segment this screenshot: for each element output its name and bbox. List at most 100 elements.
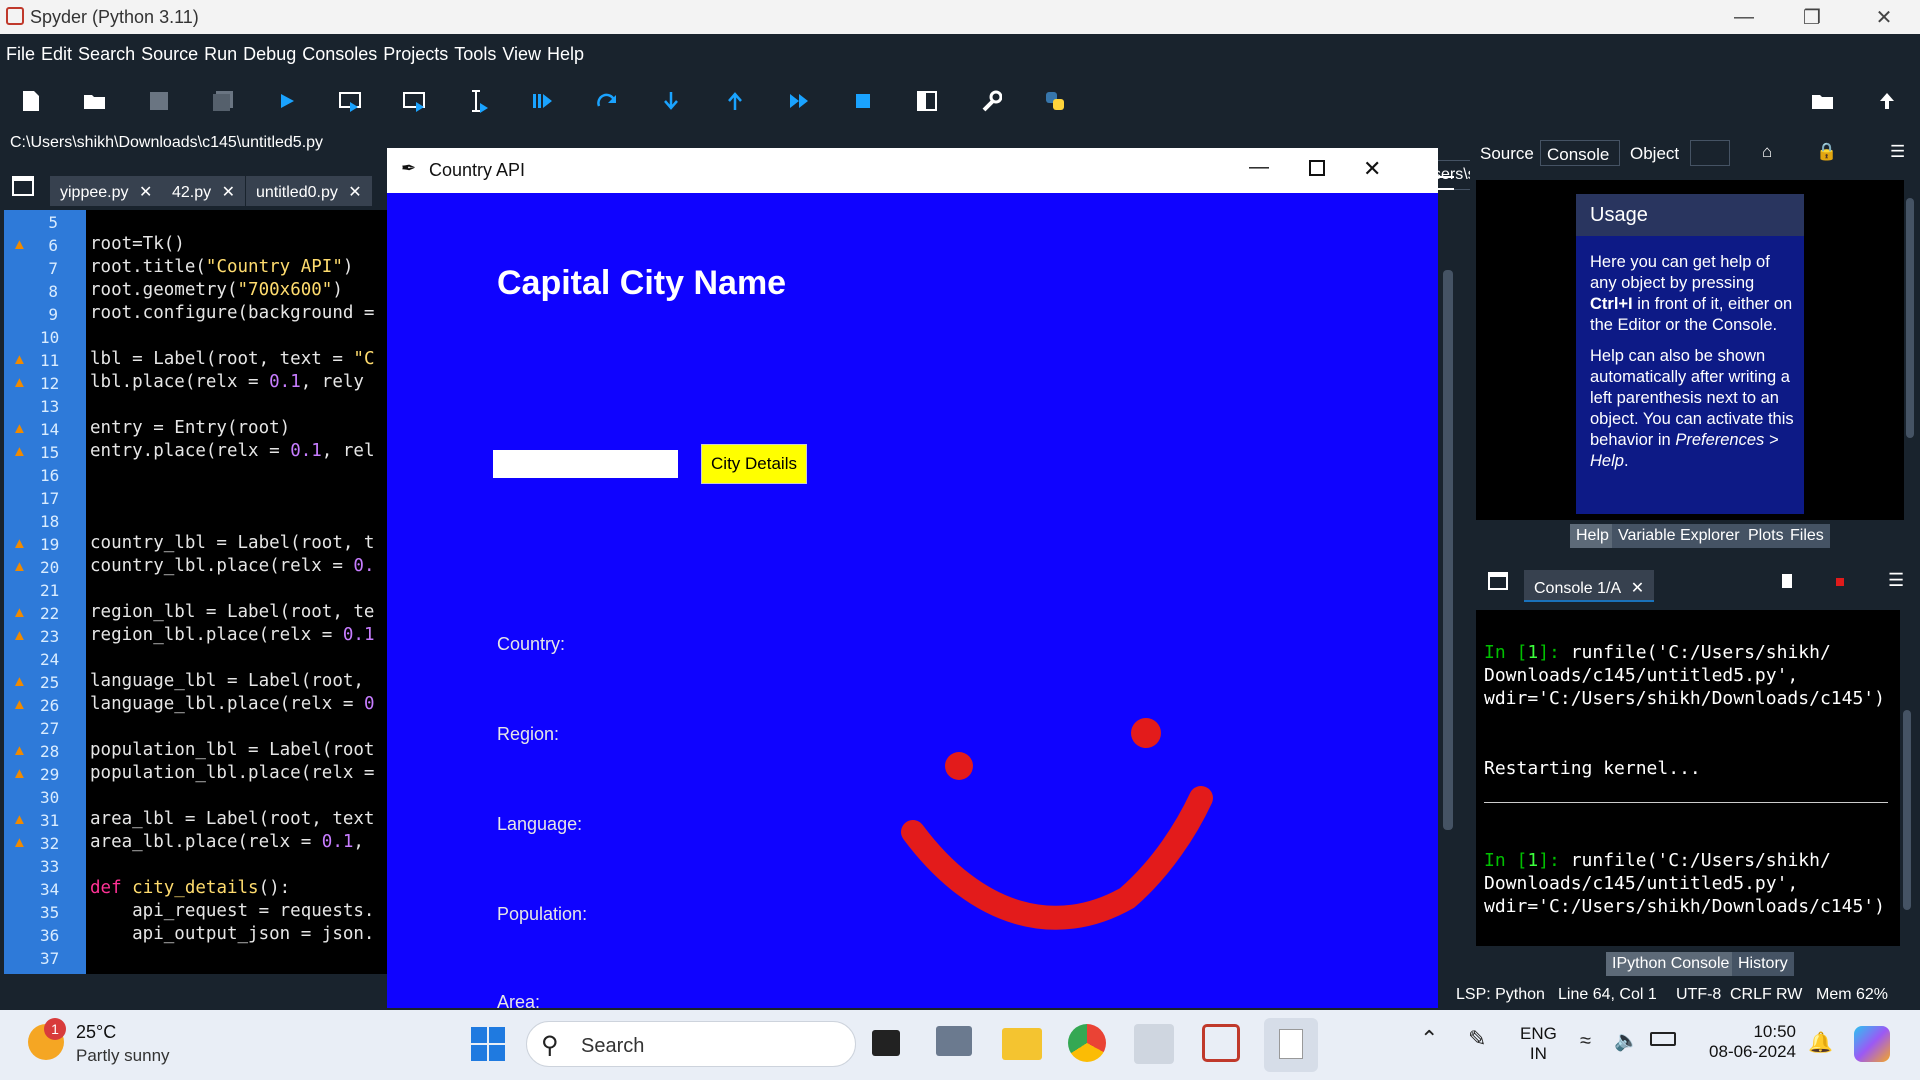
editor-tab-untitled0[interactable]: untitled0.py ✕ xyxy=(246,176,372,206)
scroll-thumb[interactable] xyxy=(1443,270,1453,830)
menu-view[interactable]: View xyxy=(502,44,541,65)
warning-icon[interactable]: ▲ xyxy=(12,627,27,644)
minimize-button[interactable]: — xyxy=(1716,0,1772,34)
task-view-icon[interactable] xyxy=(872,1030,900,1056)
app-avatar-icon[interactable] xyxy=(1134,1024,1174,1064)
menu-consoles[interactable]: Consoles xyxy=(302,44,377,65)
menu-tools[interactable]: Tools xyxy=(454,44,496,65)
warning-icon[interactable]: ▲ xyxy=(12,673,27,690)
close-tab-icon[interactable]: ✕ xyxy=(222,184,235,201)
pane-tab-variable-explorer[interactable]: Variable Explorer xyxy=(1612,524,1746,548)
tk-close-button[interactable]: ✕ xyxy=(1363,156,1381,182)
home-icon[interactable]: ⌂ xyxy=(1762,142,1772,162)
pen-icon[interactable]: ✎ xyxy=(1468,1026,1486,1052)
debug-file-icon[interactable] xyxy=(526,84,560,118)
windows-start-icon[interactable] xyxy=(470,1026,506,1062)
tk-maximize-button[interactable] xyxy=(1309,160,1325,176)
stop-kernel-icon[interactable] xyxy=(1836,578,1844,586)
file-explorer-icon[interactable] xyxy=(1002,1028,1042,1060)
close-tab-icon[interactable]: ✕ xyxy=(139,184,152,201)
python-path-icon[interactable] xyxy=(1038,84,1072,118)
warning-icon[interactable]: ▲ xyxy=(12,351,27,368)
console-options-icon[interactable]: ☰ xyxy=(1888,570,1904,591)
console-tab[interactable]: Console 1/A ✕ xyxy=(1524,570,1655,602)
close-tab-icon[interactable]: ✕ xyxy=(348,184,361,201)
editor-tab-yippee[interactable]: yippee.py ✕ xyxy=(50,176,163,206)
tk-minimize-button[interactable]: — xyxy=(1249,156,1269,179)
warning-icon[interactable]: ▲ xyxy=(12,420,27,437)
weather-temp[interactable]: 25°C xyxy=(76,1022,116,1043)
volume-icon[interactable]: 🔈 xyxy=(1614,1028,1639,1053)
pane-tab-ipython-console[interactable]: IPython Console xyxy=(1606,952,1736,976)
warning-icon[interactable]: ▲ xyxy=(12,236,27,253)
code-area[interactable]: root=Tk() root.title("Country API") root… xyxy=(86,210,390,974)
preferences-wrench-icon[interactable] xyxy=(974,84,1008,118)
menu-search[interactable]: Search xyxy=(78,44,135,65)
close-button[interactable]: ✕ xyxy=(1856,0,1912,34)
tab-options-icon[interactable] xyxy=(1438,176,1454,190)
battery-icon[interactable] xyxy=(1650,1032,1676,1046)
save-all-icon[interactable] xyxy=(206,84,240,118)
menu-file[interactable]: File xyxy=(6,44,35,65)
parent-directory-icon[interactable] xyxy=(1870,84,1904,118)
close-tab-icon[interactable]: ✕ xyxy=(1631,580,1644,597)
warning-icon[interactable]: ▲ xyxy=(12,834,27,851)
warning-icon[interactable]: ▲ xyxy=(12,811,27,828)
debug-step-into-icon[interactable] xyxy=(654,84,688,118)
warning-icon[interactable]: ▲ xyxy=(12,765,27,782)
debug-continue-icon[interactable] xyxy=(782,84,816,118)
open-file-icon[interactable] xyxy=(78,84,112,118)
browse-tabs-icon[interactable] xyxy=(12,176,34,196)
debug-step-over-icon[interactable] xyxy=(590,84,624,118)
menu-run[interactable]: Run xyxy=(204,44,237,65)
help-scrollbar[interactable] xyxy=(1904,180,1916,520)
clear-console-icon[interactable] xyxy=(1782,574,1792,588)
warning-icon[interactable]: ▲ xyxy=(12,558,27,575)
wifi-icon[interactable]: ≈ xyxy=(1580,1030,1591,1053)
run-cell-advance-icon[interactable] xyxy=(398,84,432,118)
warning-icon[interactable]: ▲ xyxy=(12,604,27,621)
menu-debug[interactable]: Debug xyxy=(243,44,296,65)
menu-help[interactable]: Help xyxy=(547,44,584,65)
notification-bell-icon[interactable]: 🔔 xyxy=(1808,1030,1833,1055)
language-indicator[interactable]: ENG IN xyxy=(1520,1024,1557,1064)
city-entry[interactable] xyxy=(493,450,678,478)
file-manager-icon[interactable] xyxy=(936,1026,972,1056)
object-combo[interactable] xyxy=(1690,140,1730,166)
notepad-taskbar-icon[interactable] xyxy=(1264,1018,1318,1072)
maximize-pane-icon[interactable] xyxy=(910,84,944,118)
options-menu-icon[interactable]: ☰ xyxy=(1890,142,1905,162)
debug-stop-icon[interactable] xyxy=(846,84,880,118)
ipython-console[interactable]: In [1]: runfile('C:/Users/shikh/ Downloa… xyxy=(1476,610,1900,946)
save-icon[interactable] xyxy=(142,84,176,118)
city-details-button[interactable]: City Details xyxy=(701,444,807,484)
warning-icon[interactable]: ▲ xyxy=(12,443,27,460)
scroll-thumb[interactable] xyxy=(1906,198,1914,438)
pane-tab-plots[interactable]: Plots xyxy=(1742,524,1790,548)
tray-chevron-icon[interactable]: ⌃ xyxy=(1420,1026,1438,1052)
console-scrollbar[interactable] xyxy=(1900,610,1914,946)
debug-step-return-icon[interactable] xyxy=(718,84,752,118)
clock[interactable]: 10:50 08-06-2024 xyxy=(1702,1022,1796,1062)
warning-icon[interactable]: ▲ xyxy=(12,742,27,759)
pane-tab-history[interactable]: History xyxy=(1732,952,1794,976)
console-browse-icon[interactable] xyxy=(1488,572,1508,590)
pane-tab-files[interactable]: Files xyxy=(1784,524,1830,548)
restore-button[interactable]: ❐ xyxy=(1784,0,1840,34)
lock-icon[interactable]: 🔒 xyxy=(1816,142,1837,162)
weather-desc[interactable]: Partly sunny xyxy=(76,1046,170,1066)
source-select[interactable]: Console xyxy=(1540,140,1620,166)
browse-folder-icon[interactable] xyxy=(1806,84,1840,118)
run-cell-icon[interactable] xyxy=(334,84,368,118)
menu-edit[interactable]: Edit xyxy=(41,44,72,65)
run-selection-icon[interactable] xyxy=(462,84,496,118)
editor-tab-42[interactable]: 42.py ✕ xyxy=(162,176,245,206)
warning-icon[interactable]: ▲ xyxy=(12,374,27,391)
warning-icon[interactable]: ▲ xyxy=(12,696,27,713)
menu-projects[interactable]: Projects xyxy=(383,44,448,65)
spyder-taskbar-icon[interactable] xyxy=(1202,1024,1240,1062)
menu-source[interactable]: Source xyxy=(141,44,198,65)
taskbar-search[interactable]: ⚲ Search xyxy=(526,1021,856,1067)
warning-icon[interactable]: ▲ xyxy=(12,535,27,552)
scroll-thumb[interactable] xyxy=(1903,710,1911,910)
